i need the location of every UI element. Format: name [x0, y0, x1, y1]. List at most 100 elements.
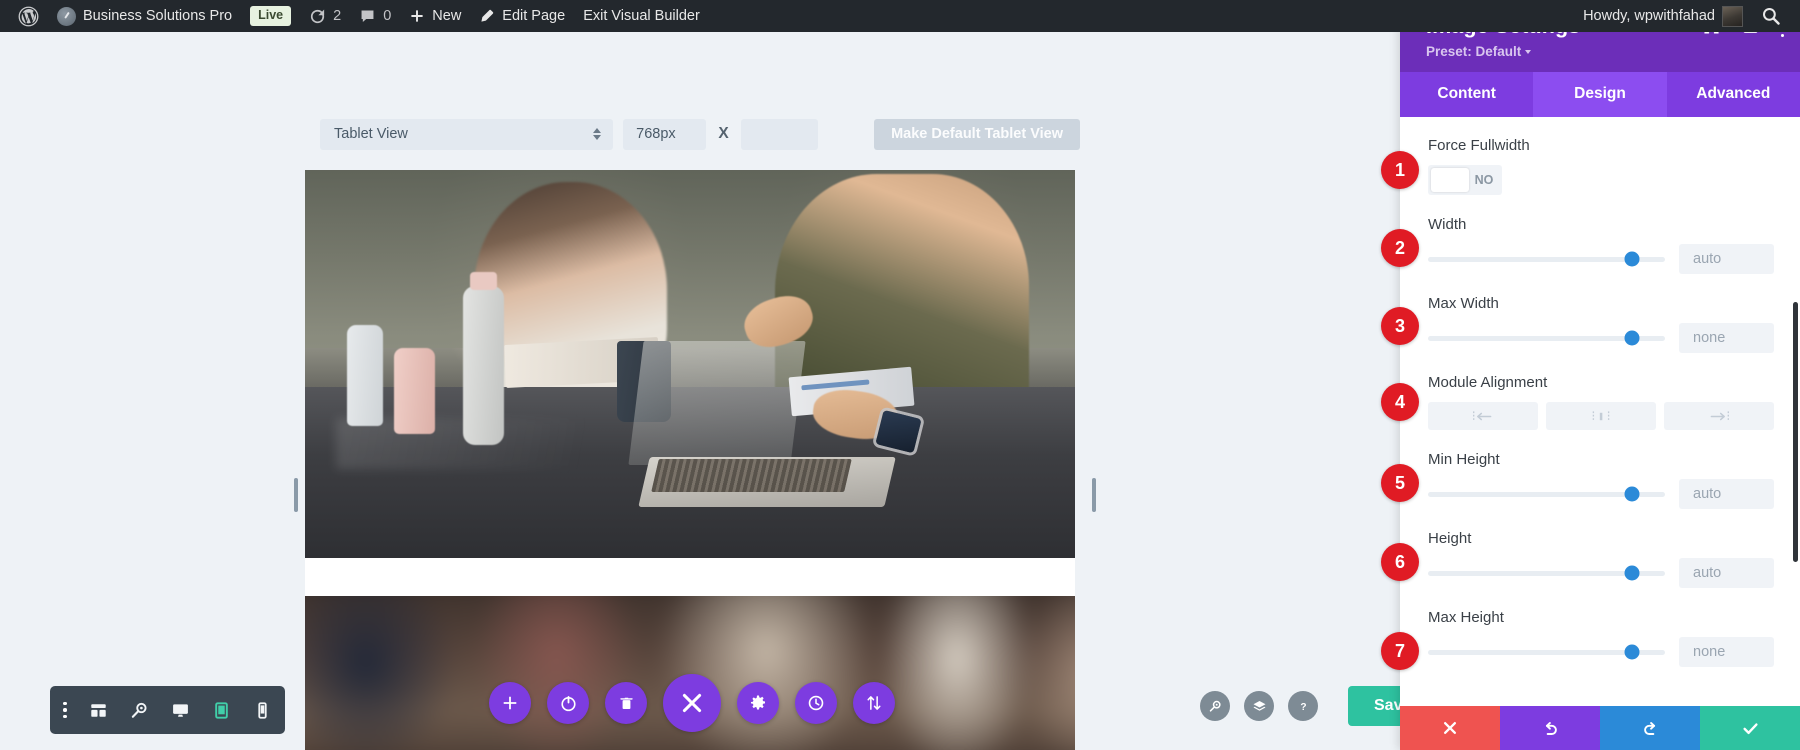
exit-visual-builder-link[interactable]: Exit Visual Builder — [574, 0, 709, 32]
width-label: Width — [1428, 216, 1467, 233]
max-height-label: Max Height — [1428, 609, 1504, 626]
comments-count: 0 — [383, 8, 392, 24]
edit-page-label: Edit Page — [502, 8, 566, 24]
hero-image-module[interactable] — [305, 170, 1075, 558]
width-input[interactable]: auto — [1679, 244, 1774, 274]
magnifier-icon — [1209, 700, 1221, 712]
max-height-input[interactable]: none — [1679, 637, 1774, 667]
undo-button[interactable] — [1500, 706, 1600, 750]
step-badge-5: 5 — [1381, 464, 1419, 502]
slider-knob[interactable] — [1624, 486, 1640, 502]
new-label: New — [432, 8, 462, 24]
module-alignment-label: Module Alignment — [1428, 374, 1548, 391]
search-icon — [1762, 7, 1780, 25]
close-module-button[interactable] — [663, 674, 721, 732]
panel-preset-label: Preset: Default — [1426, 44, 1522, 59]
min-height-slider[interactable] — [1428, 485, 1665, 503]
make-default-tablet-view-button[interactable]: Make Default Tablet View — [874, 118, 1080, 150]
image-settings-panel: Image Settings Preset: Default — [1400, 0, 1800, 750]
wp-logo-menu[interactable] — [9, 0, 48, 32]
tab-advanced[interactable]: Advanced — [1667, 72, 1800, 117]
panel-scrollbar[interactable] — [1793, 302, 1798, 562]
admin-search-button[interactable] — [1752, 0, 1790, 32]
module-sort-button[interactable] — [853, 682, 895, 724]
site-name-label: Business Solutions Pro — [83, 8, 233, 24]
updates-menu[interactable]: 2 — [300, 0, 350, 32]
search-button[interactable] — [1200, 691, 1230, 721]
desktop-icon — [172, 703, 188, 717]
max-height-slider[interactable] — [1428, 643, 1665, 661]
step-badge-7: 7 — [1381, 632, 1419, 670]
new-content-menu[interactable]: New — [400, 0, 470, 32]
phone-view-button[interactable] — [253, 701, 272, 720]
field-max-height: Max Height none — [1400, 609, 1800, 667]
desktop-view-button[interactable] — [171, 701, 190, 720]
panel-preset-selector[interactable]: Preset: Default — [1426, 44, 1782, 59]
force-fullwidth-label: Force Fullwidth — [1428, 137, 1530, 154]
comments-menu[interactable]: 0 — [350, 0, 400, 32]
add-module-button[interactable] — [489, 682, 531, 724]
align-center-button[interactable] — [1546, 402, 1656, 430]
preview-width-input[interactable]: 768px — [623, 118, 707, 150]
site-name-menu[interactable]: Business Solutions Pro — [48, 0, 241, 32]
redo-arrow-icon — [1643, 721, 1655, 735]
avatar — [1722, 5, 1743, 27]
width-slider[interactable] — [1428, 250, 1665, 268]
module-history-button[interactable] — [795, 682, 837, 724]
field-force-fullwidth: Force Fullwidth NO — [1400, 137, 1800, 195]
magnifier-icon — [131, 702, 147, 718]
zoom-out-view-button[interactable] — [130, 701, 149, 720]
slider-knob[interactable] — [1624, 565, 1640, 581]
module-settings-button[interactable] — [737, 682, 779, 724]
save-changes-button[interactable] — [1700, 706, 1800, 750]
align-right-button[interactable] — [1664, 402, 1774, 430]
max-width-slider[interactable] — [1428, 329, 1665, 347]
dots-vertical-icon — [63, 701, 67, 719]
checkmark-icon — [1742, 722, 1758, 734]
help-button[interactable]: ? — [1288, 691, 1318, 721]
my-account-menu[interactable]: Howdy, wpwithfahad — [1574, 0, 1752, 32]
page-preview-frame — [305, 170, 1075, 750]
layers-button[interactable] — [1244, 691, 1274, 721]
comment-bubble-icon — [361, 10, 374, 22]
force-fullwidth-toggle[interactable]: NO — [1428, 165, 1502, 195]
edit-page-link[interactable]: Edit Page — [470, 0, 574, 32]
field-module-alignment: Module Alignment — [1400, 374, 1800, 430]
preview-height-input[interactable] — [740, 118, 819, 150]
tab-design[interactable]: Design — [1533, 72, 1667, 117]
updates-refresh-icon — [311, 9, 325, 23]
max-width-input[interactable]: none — [1679, 323, 1774, 353]
cancel-changes-button[interactable] — [1400, 706, 1500, 750]
min-height-input[interactable]: auto — [1679, 479, 1774, 509]
responsive-preview-toolbar: Tablet View 768px X Make Default Tablet … — [320, 118, 1080, 150]
step-badge-6: 6 — [1381, 543, 1419, 581]
toggle-module-button[interactable] — [547, 682, 589, 724]
wireframe-view-button[interactable] — [89, 701, 108, 720]
slider-knob[interactable] — [1624, 330, 1640, 346]
module-action-bar — [489, 674, 895, 732]
align-right-icon — [1710, 410, 1729, 422]
view-mode-value: Tablet View — [334, 126, 408, 142]
module-spacer — [305, 558, 1075, 596]
field-height: Height auto — [1400, 530, 1800, 588]
height-input[interactable]: auto — [1679, 558, 1774, 588]
trash-icon — [619, 697, 633, 709]
height-slider[interactable] — [1428, 564, 1665, 582]
field-width: Width auto — [1400, 216, 1800, 274]
tab-content[interactable]: Content — [1400, 72, 1533, 117]
align-left-button[interactable] — [1428, 402, 1538, 430]
redo-button[interactable] — [1600, 706, 1700, 750]
slider-knob[interactable] — [1624, 251, 1640, 267]
live-badge: Live — [241, 0, 300, 32]
more-options-button[interactable] — [63, 701, 67, 719]
panel-footer — [1400, 706, 1800, 750]
builder-view-toolbar — [50, 686, 285, 734]
resize-handle-left[interactable] — [294, 478, 298, 512]
resize-handle-right[interactable] — [1092, 478, 1096, 512]
height-label: Height — [1428, 530, 1472, 547]
tablet-view-button[interactable] — [212, 701, 231, 720]
delete-module-button[interactable] — [605, 682, 647, 724]
power-icon — [560, 695, 576, 711]
slider-knob[interactable] — [1624, 644, 1640, 660]
view-mode-select[interactable]: Tablet View — [320, 118, 614, 150]
